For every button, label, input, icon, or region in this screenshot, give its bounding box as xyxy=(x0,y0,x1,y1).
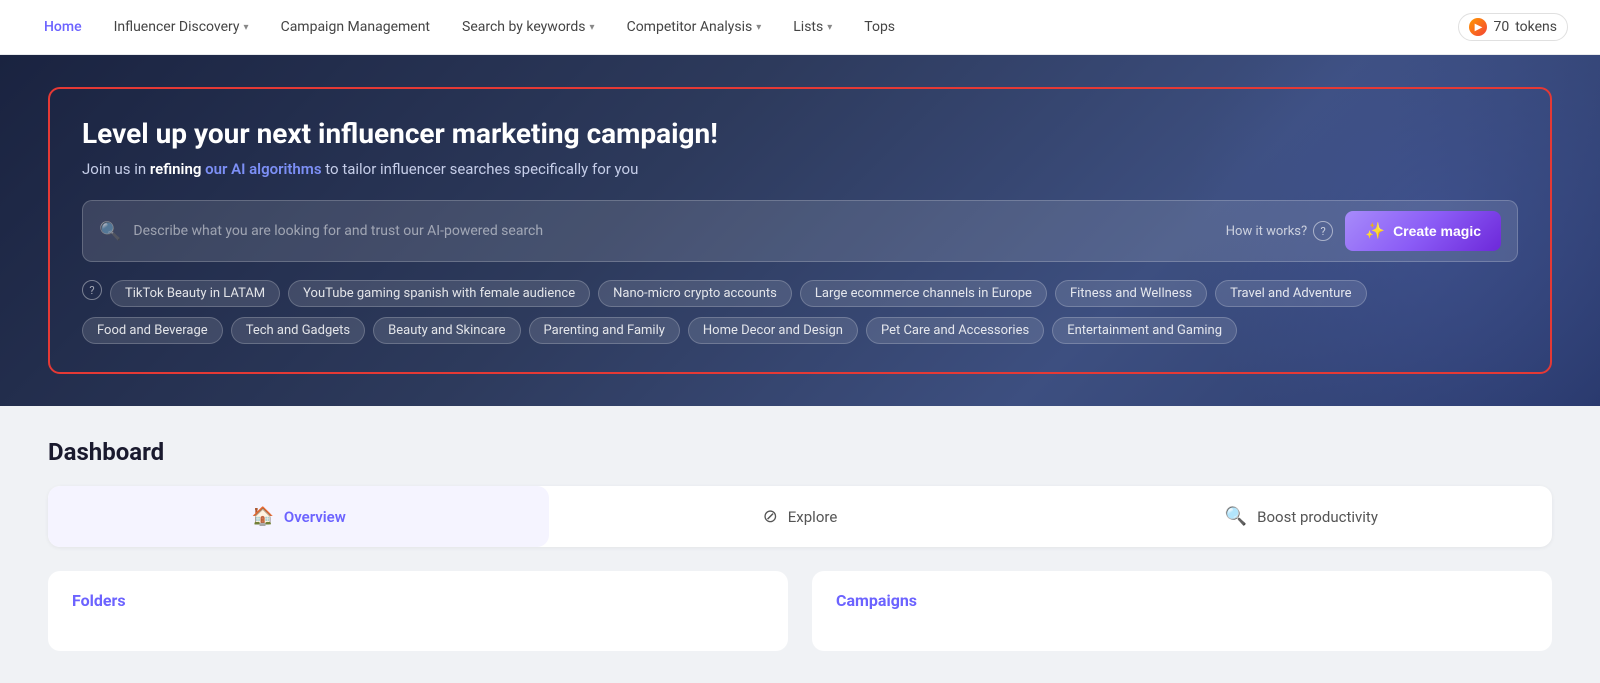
subtitle-plain2: to tailor influencer searches specifical… xyxy=(322,160,639,178)
search-icon: 🔍 xyxy=(1225,506,1247,527)
create-magic-button[interactable]: ✨ Create magic xyxy=(1345,211,1501,251)
how-it-works-label: How it works? xyxy=(1226,224,1307,239)
subtitle-colored: our AI algorithms xyxy=(201,160,321,178)
chip-beauty-skincare[interactable]: Beauty and Skincare xyxy=(373,317,520,344)
chip-tiktok-beauty[interactable]: TikTok Beauty in LATAM xyxy=(110,280,280,307)
token-count: 70 xyxy=(1493,19,1509,35)
chip-entertainment-gaming[interactable]: Entertainment and Gaming xyxy=(1052,317,1237,344)
dashboard-tabs: 🏠 Overview ⊘ Explore 🔍 Boost productivit… xyxy=(48,486,1552,547)
hero-section: Level up your next influencer marketing … xyxy=(0,55,1600,406)
tab-boost-productivity[interactable]: 🔍 Boost productivity xyxy=(1051,486,1552,547)
nav-item-home[interactable]: Home xyxy=(32,13,94,41)
navbar: Home Influencer Discovery ▾ Campaign Man… xyxy=(0,0,1600,55)
tab-explore[interactable]: ⊘ Explore xyxy=(549,486,1050,547)
chevron-down-icon: ▾ xyxy=(590,22,595,33)
chip-food-beverage[interactable]: Food and Beverage xyxy=(82,317,223,344)
magic-wand-icon: ✨ xyxy=(1365,221,1385,241)
subtitle-plain1: Join us in xyxy=(82,160,150,178)
hero-box: Level up your next influencer marketing … xyxy=(48,87,1552,374)
nav-item-lists[interactable]: Lists ▾ xyxy=(781,13,844,41)
nav-item-search-by-keywords[interactable]: Search by keywords ▾ xyxy=(450,13,607,41)
search-input[interactable]: Describe what you are looking for and tr… xyxy=(133,223,1213,239)
nav-label-lists: Lists xyxy=(793,19,823,35)
chip-youtube-gaming[interactable]: YouTube gaming spanish with female audie… xyxy=(288,280,590,307)
chip-large-ecommerce[interactable]: Large ecommerce channels in Europe xyxy=(800,280,1047,307)
nav-label-campaign-management: Campaign Management xyxy=(281,19,430,35)
campaigns-section: Campaigns xyxy=(812,571,1552,651)
chip-travel-adventure[interactable]: Travel and Adventure xyxy=(1215,280,1366,307)
dashboard-title: Dashboard xyxy=(48,438,1552,466)
chevron-down-icon: ▾ xyxy=(756,22,761,33)
chevron-down-icon: ▾ xyxy=(827,22,832,33)
how-it-works-button[interactable]: How it works? ? xyxy=(1226,221,1333,241)
chip-home-decor[interactable]: Home Decor and Design xyxy=(688,317,858,344)
compass-icon: ⊘ xyxy=(763,506,778,527)
tab-explore-label: Explore xyxy=(788,508,838,526)
nav-label-influencer-discovery: Influencer Discovery xyxy=(114,19,240,35)
chip-pet-care[interactable]: Pet Care and Accessories xyxy=(866,317,1044,344)
nav-item-influencer-discovery[interactable]: Influencer Discovery ▾ xyxy=(102,13,261,41)
subtitle-bold1: refining xyxy=(150,160,201,178)
chip-tech-gadgets[interactable]: Tech and Gadgets xyxy=(231,317,365,344)
nav-label-competitor-analysis: Competitor Analysis xyxy=(627,19,753,35)
chip-fitness-wellness[interactable]: Fitness and Wellness xyxy=(1055,280,1207,307)
dashboard-section: Dashboard 🏠 Overview ⊘ Explore 🔍 Boost p… xyxy=(0,406,1600,683)
search-bar[interactable]: 🔍 Describe what you are looking for and … xyxy=(82,200,1518,262)
nav-label-search-by-keywords: Search by keywords xyxy=(462,19,586,35)
tab-overview[interactable]: 🏠 Overview xyxy=(48,486,549,547)
search-icon: 🔍 xyxy=(99,221,121,242)
token-icon: ▶ xyxy=(1469,18,1487,36)
token-label: tokens xyxy=(1515,19,1557,35)
help-icon: ? xyxy=(1313,221,1333,241)
chevron-down-icon: ▾ xyxy=(244,22,249,33)
chips-row-2: Food and Beverage Tech and Gadgets Beaut… xyxy=(82,317,1518,344)
folders-title: Folders xyxy=(72,591,764,610)
folders-section: Folders xyxy=(48,571,788,651)
chips-help-icon: ? xyxy=(82,280,102,300)
create-magic-label: Create magic xyxy=(1393,223,1481,239)
hero-title: Level up your next influencer marketing … xyxy=(82,117,1518,150)
nav-item-campaign-management[interactable]: Campaign Management xyxy=(269,13,442,41)
nav-label-tops: Tops xyxy=(864,19,895,35)
hero-subtitle: Join us in refining our AI algorithms to… xyxy=(82,160,1518,178)
nav-item-competitor-analysis[interactable]: Competitor Analysis ▾ xyxy=(615,13,774,41)
sections-row: Folders Campaigns xyxy=(48,571,1552,651)
chips-row-1: ? TikTok Beauty in LATAM YouTube gaming … xyxy=(82,280,1518,307)
home-icon: 🏠 xyxy=(251,506,273,527)
nav-item-tops[interactable]: Tops xyxy=(852,13,907,41)
campaigns-title: Campaigns xyxy=(836,591,1528,610)
tab-overview-label: Overview xyxy=(284,508,346,526)
chip-nano-micro[interactable]: Nano-micro crypto accounts xyxy=(598,280,792,307)
chip-parenting-family[interactable]: Parenting and Family xyxy=(529,317,680,344)
tokens-badge: ▶ 70 tokens xyxy=(1458,13,1568,41)
nav-label-home: Home xyxy=(44,19,82,35)
tab-boost-productivity-label: Boost productivity xyxy=(1257,508,1378,526)
